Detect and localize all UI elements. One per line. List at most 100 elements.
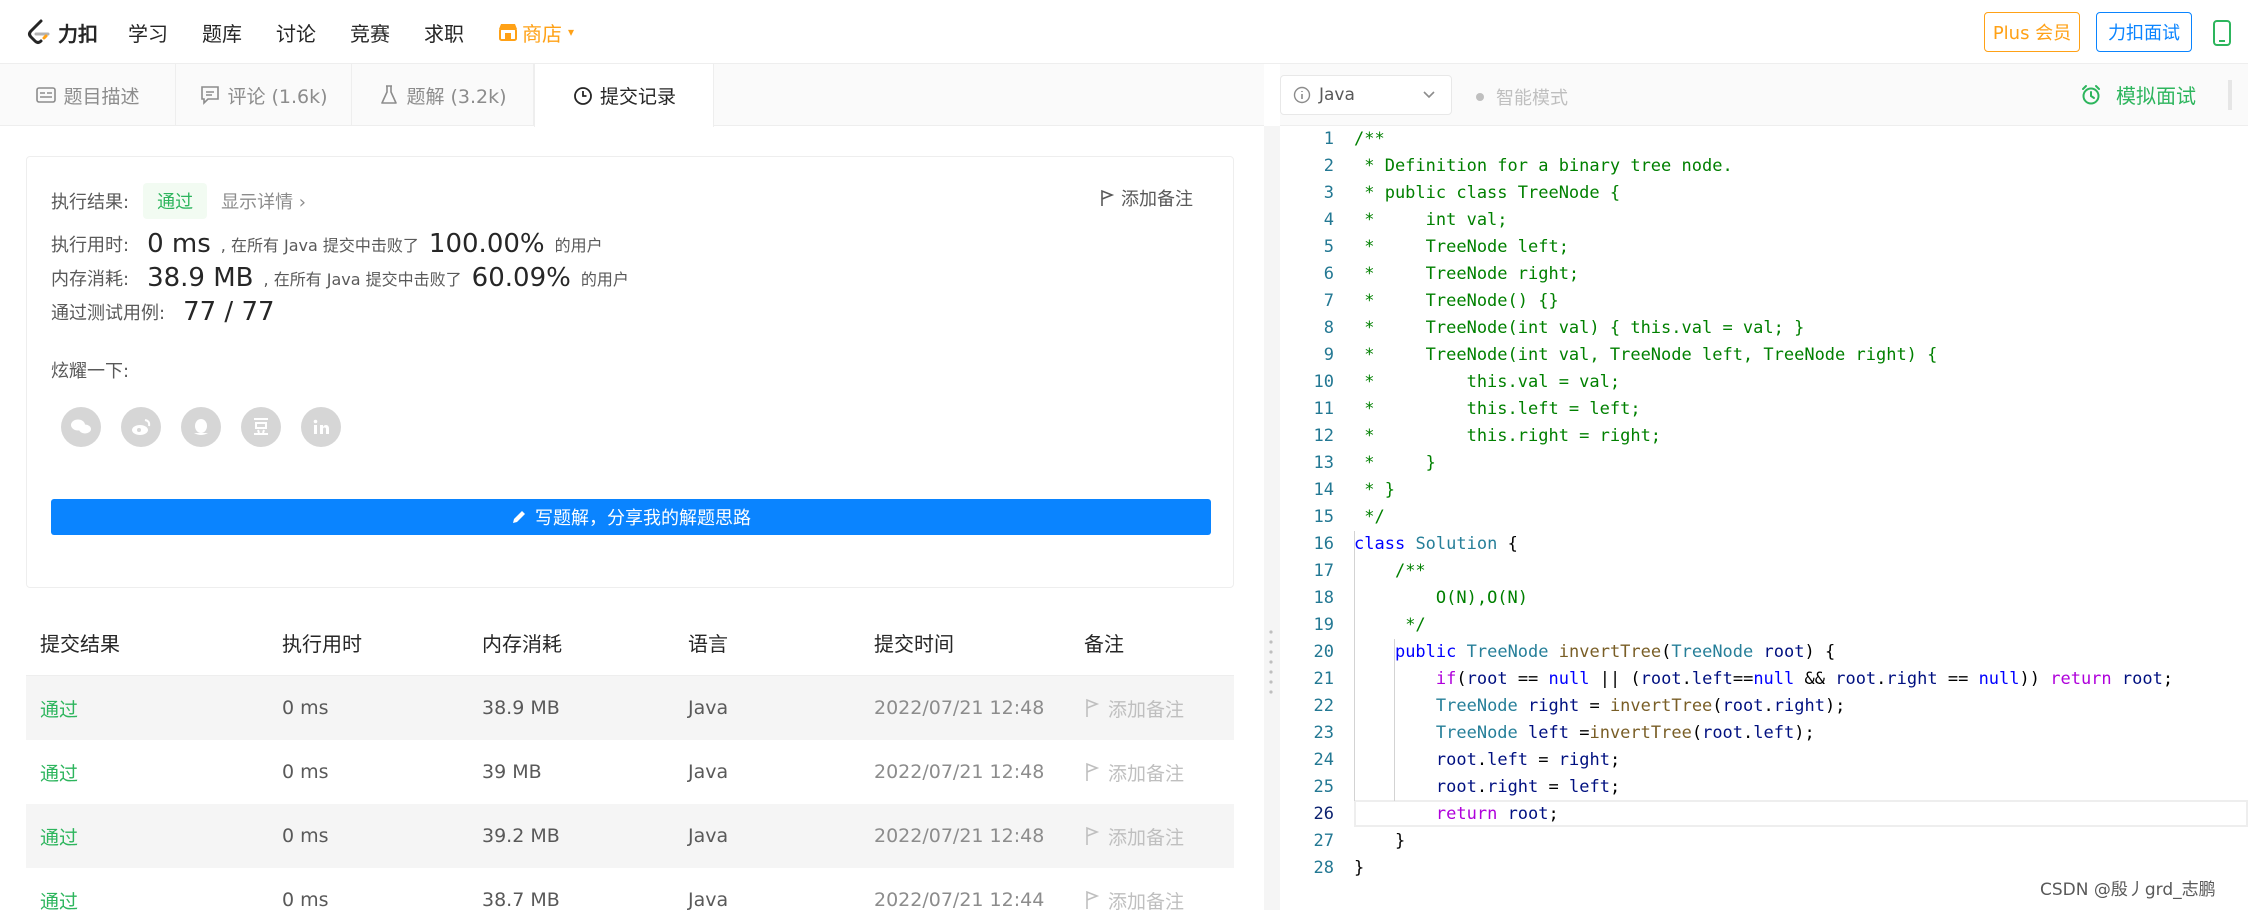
header-result: 提交结果 [40, 632, 120, 656]
row-runtime: 0 ms [282, 825, 329, 847]
code-token: * int val; [1354, 210, 1508, 230]
show-details-link[interactable]: 显示详情 › [221, 188, 306, 214]
code-line[interactable]: } [1354, 855, 1364, 882]
code-line[interactable]: /** [1354, 558, 1426, 585]
code-line[interactable]: * TreeNode right; [1354, 261, 1579, 288]
row-result[interactable]: 通过 [40, 887, 78, 910]
wechat-icon[interactable] [61, 407, 101, 447]
code-line[interactable]: * this.right = right; [1354, 423, 1661, 450]
code-line[interactable]: * } [1354, 450, 1436, 477]
tab-submissions[interactable]: 提交记录 [534, 64, 714, 127]
code-line[interactable]: TreeNode right = invertTree(root.right); [1354, 693, 1846, 720]
nav-shop[interactable]: 商店 ▾ [498, 18, 574, 47]
row-result[interactable]: 通过 [40, 695, 78, 722]
code-line[interactable]: * } [1354, 477, 1395, 504]
interview-button[interactable]: 力扣面试 [2096, 12, 2192, 52]
code-token: right [1528, 696, 1580, 716]
row-add-note-label: 添加备注 [1108, 826, 1185, 849]
code-token: null [1548, 669, 1590, 689]
code-line[interactable]: * public class TreeNode { [1354, 180, 1620, 207]
language-select[interactable]: Java [1280, 75, 1452, 115]
header-submit-time: 提交时间 [874, 632, 954, 656]
row-result[interactable]: 通过 [40, 823, 78, 850]
header-language: 语言 [688, 632, 728, 656]
code-token: root [1835, 669, 1877, 689]
mock-interview-button[interactable]: 模拟面试 [2080, 80, 2196, 109]
toolbar-scrollbar[interactable] [2228, 80, 2232, 110]
linkedin-icon[interactable] [301, 407, 341, 447]
row-add-note[interactable]: 添加备注 [1084, 887, 1184, 910]
code-line[interactable]: root.right = left; [1354, 774, 1620, 801]
qq-icon[interactable] [181, 407, 221, 447]
code-token: )) [2019, 669, 2051, 689]
nav-learn[interactable]: 学习 [128, 18, 168, 47]
mobile-app-icon[interactable] [2212, 20, 2232, 46]
status-row: 执行结果: 通过 显示详情 › [51, 183, 306, 219]
code-line[interactable]: root.left = right; [1354, 747, 1620, 774]
line-number: 22 [1313, 696, 1334, 716]
nav-problems[interactable]: 题库 [202, 18, 242, 47]
smart-mode-toggle[interactable]: 智能模式 [1476, 84, 1568, 110]
nav-contest[interactable]: 竞赛 [350, 18, 390, 47]
code-line[interactable]: * this.val = val; [1354, 369, 1620, 396]
code-token: /** [1394, 561, 1426, 581]
pane-splitter[interactable] [1264, 126, 1280, 910]
code-token: ( [1691, 723, 1703, 743]
tab-solutions[interactable]: 题解 (3.2k) [352, 64, 534, 126]
row-result[interactable]: 通过 [40, 759, 78, 786]
code-line[interactable]: /** [1354, 126, 1385, 153]
weibo-icon[interactable] [121, 407, 161, 447]
code-token: TreeNode [1435, 696, 1518, 716]
code-line[interactable]: * TreeNode(int val, TreeNode left, TreeN… [1354, 342, 1937, 369]
code-line[interactable]: * TreeNode(int val) { this.val = val; } [1354, 315, 1804, 342]
code-line[interactable]: public TreeNode invertTree(TreeNode root… [1354, 639, 1835, 666]
douban-icon[interactable] [241, 407, 281, 447]
code-line[interactable]: class Solution { [1354, 531, 1518, 558]
plus-member-button[interactable]: Plus 会员 [1984, 12, 2080, 52]
logo[interactable]: 力扣 [24, 15, 98, 49]
code-line[interactable]: * TreeNode() {} [1354, 288, 1558, 315]
code-line[interactable]: * TreeNode left; [1354, 234, 1569, 261]
code-line[interactable]: TreeNode left =invertTree(root.left); [1354, 720, 1815, 747]
row-add-note[interactable]: 添加备注 [1084, 759, 1184, 786]
code-token: ( [1661, 642, 1672, 662]
header-memory: 内存消耗 [482, 632, 562, 656]
row-submit-time: 2022/07/21 12:48 [874, 697, 1045, 719]
code-token: root [1763, 642, 1805, 662]
line-number: 21 [1313, 669, 1334, 689]
table-row[interactable]: 通过 0 ms 39 MB Java 2022/07/21 12:48 添加备注 [26, 740, 1234, 804]
table-row[interactable]: 通过 0 ms 38.9 MB Java 2022/07/21 12:48 添加… [26, 676, 1234, 740]
code-line[interactable]: if(root == null || (root.left==null && r… [1354, 666, 2173, 693]
code-line[interactable]: return root; [1354, 801, 1559, 828]
runtime-value: 0 ms [147, 229, 211, 259]
write-solution-button[interactable]: 写题解，分享我的解题思路 [51, 499, 1211, 535]
row-language: Java [688, 825, 729, 847]
tab-comments[interactable]: 评论 (1.6k) [176, 64, 352, 126]
language-value: Java [1319, 85, 1355, 105]
nav-discuss[interactable]: 讨论 [276, 18, 316, 47]
code-line[interactable]: * Definition for a binary tree node. [1354, 153, 1732, 180]
line-number: 13 [1313, 453, 1334, 473]
code-line[interactable]: * this.left = left; [1354, 396, 1640, 423]
line-number: 24 [1313, 750, 1334, 770]
code-line[interactable]: } [1354, 828, 1405, 855]
table-row[interactable]: 通过 0 ms 39.2 MB Java 2022/07/21 12:48 添加… [26, 804, 1234, 868]
row-add-note[interactable]: 添加备注 [1084, 695, 1184, 722]
add-note-button[interactable]: 添加备注 [1099, 185, 1193, 211]
table-row[interactable]: 通过 0 ms 38.7 MB Java 2022/07/21 12:44 添加… [26, 868, 1234, 910]
row-add-note[interactable]: 添加备注 [1084, 823, 1184, 850]
code-line[interactable]: * int val; [1354, 207, 1508, 234]
code-line[interactable]: */ [1354, 504, 1384, 531]
line-number: 18 [1313, 588, 1334, 608]
nav-jobs[interactable]: 求职 [424, 18, 464, 47]
code-line[interactable]: O(N),O(N) [1354, 585, 1528, 612]
tests-value: 77 / 77 [183, 297, 275, 327]
drag-handle-icon[interactable] [1268, 628, 1274, 698]
tab-description[interactable]: 题目描述 [0, 64, 176, 126]
watermark: CSDN @殷丿grd_志鹏 [2040, 880, 2216, 900]
code-token: /** [1354, 129, 1385, 149]
code-line[interactable]: */ [1354, 612, 1425, 639]
